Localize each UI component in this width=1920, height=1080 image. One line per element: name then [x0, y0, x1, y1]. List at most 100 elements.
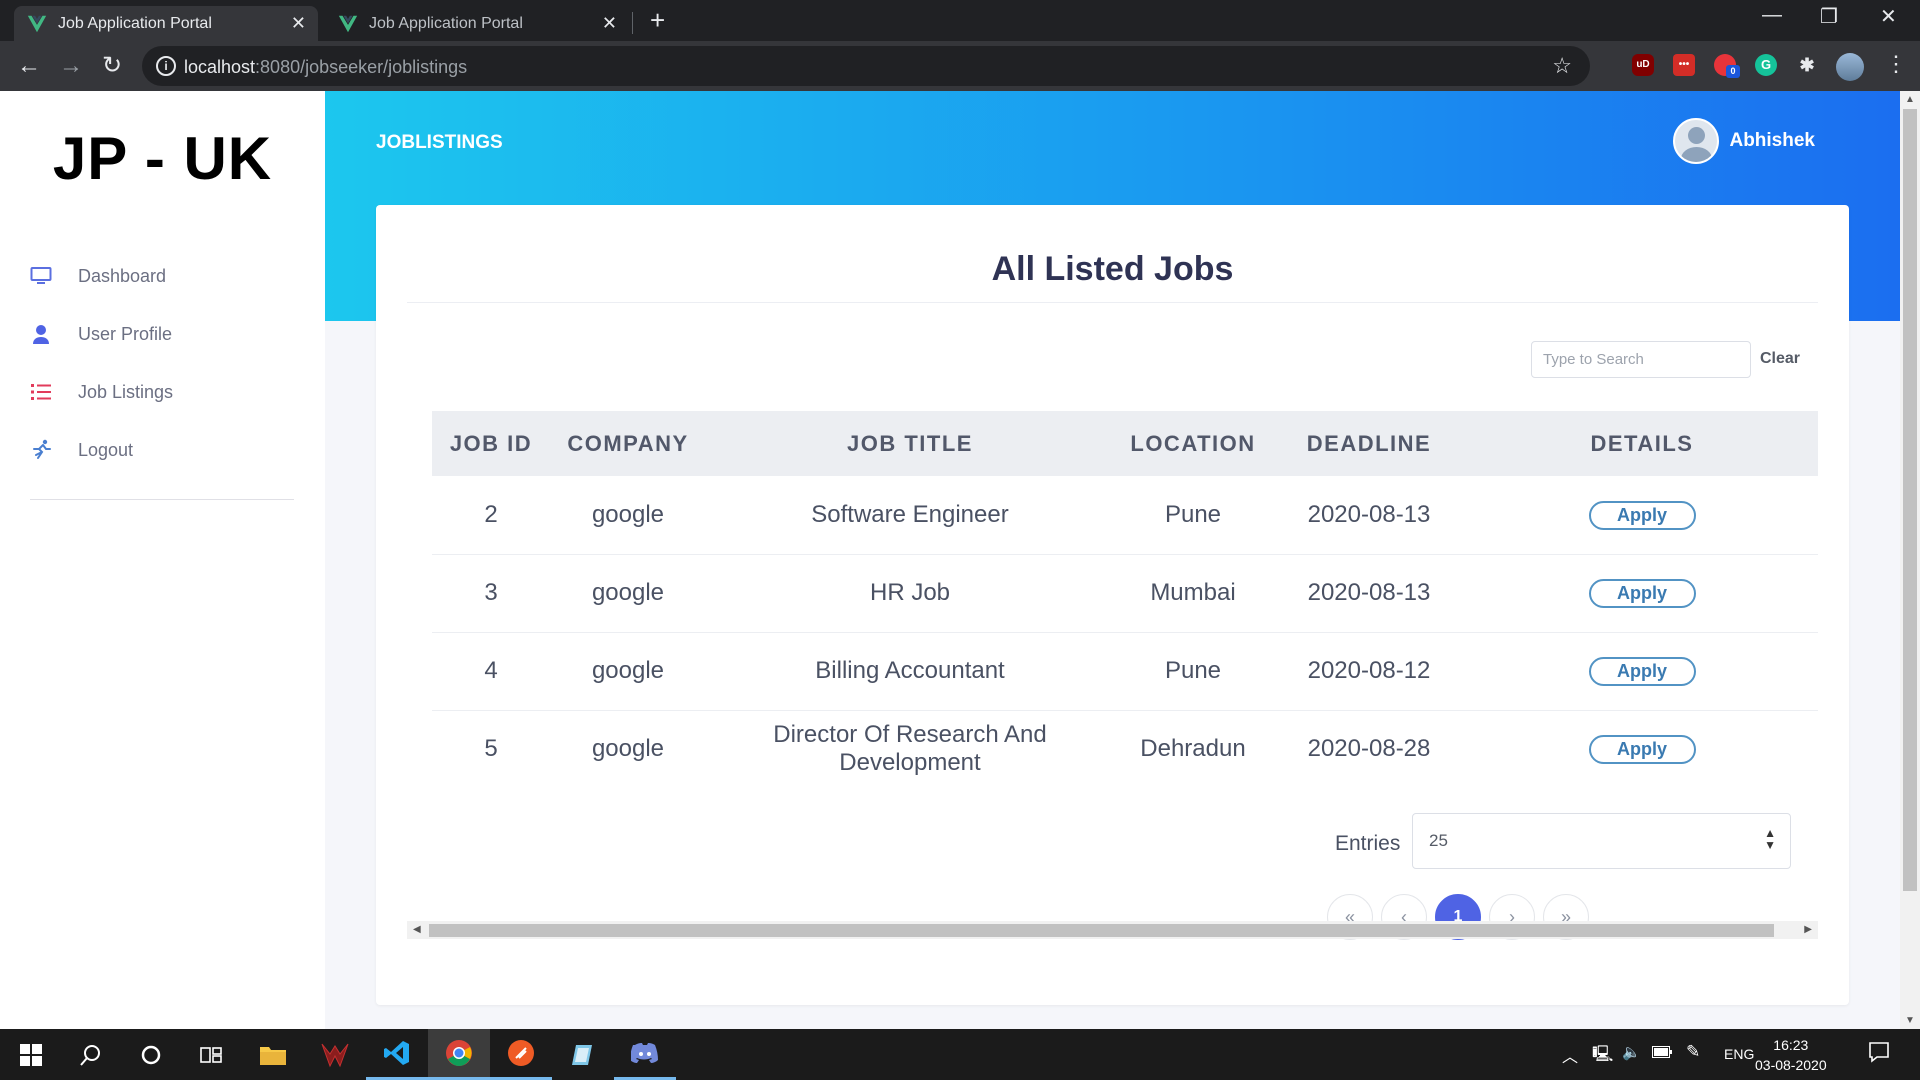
sidebar-item-label: Logout	[78, 439, 134, 460]
sidebar-item-label: Dashboard	[78, 265, 167, 286]
url-path: :8080/jobseeker/joblistings	[255, 57, 468, 77]
vue-logo-icon	[27, 15, 47, 32]
browser-tab-active[interactable]: Job Application Portal ✕	[14, 6, 318, 41]
card-title: All Listed Jobs	[991, 250, 1234, 288]
main-content: JOBLISTINGS Abhishek All Listed Jobs Cle…	[325, 91, 1900, 1029]
discord-icon[interactable]	[614, 1029, 676, 1080]
apply-button[interactable]: Apply	[1588, 579, 1696, 608]
apply-button[interactable]: Apply	[1588, 735, 1696, 765]
file-explorer-icon[interactable]	[242, 1029, 304, 1080]
search-icon[interactable]	[60, 1029, 122, 1080]
table-header-row: JOB ID COMPANY JOB TITLE LOCATION DEADLI…	[432, 411, 1818, 476]
new-tab-icon[interactable]: +	[650, 7, 665, 33]
postman-icon[interactable]	[490, 1029, 552, 1080]
browser-tab[interactable]: Job Application Portal ✕	[325, 6, 629, 41]
volume-icon[interactable]: 🔈	[1622, 1043, 1641, 1061]
restore-icon[interactable]: ❐	[1820, 4, 1838, 29]
table-row: 4 google Billing Accountant Pune 2020-08…	[432, 632, 1818, 711]
apply-button[interactable]: Apply	[1588, 500, 1696, 530]
site-info-icon[interactable]: i	[156, 56, 176, 76]
notes-app-icon[interactable]	[552, 1029, 614, 1080]
scroll-down-icon[interactable]: ▼	[1905, 1015, 1915, 1026]
tab-close-icon[interactable]: ✕	[602, 13, 617, 34]
monitor-icon	[30, 265, 52, 287]
tray-overflow-icon[interactable]: ︿	[1562, 1043, 1578, 1067]
chrome-icon[interactable]	[428, 1029, 490, 1080]
profile-avatar-icon[interactable]	[1836, 53, 1864, 81]
browser-tab-strip: Job Application Portal ✕ Job Application…	[0, 0, 1920, 41]
column-header-details[interactable]: DETAILS	[1466, 411, 1818, 476]
predator-sense-icon[interactable]	[304, 1029, 366, 1080]
page-vertical-scrollbar[interactable]: ▲ ▼	[1900, 91, 1920, 1029]
sort-arrows-icon: ▲ ▼	[1764, 826, 1776, 852]
user-menu[interactable]: Abhishek	[1673, 118, 1815, 164]
tab-close-icon[interactable]: ✕	[291, 13, 306, 34]
minimize-icon[interactable]: —	[1762, 4, 1782, 27]
column-header-job-title[interactable]: JOB TITLE	[706, 411, 1114, 476]
scroll-left-icon[interactable]: ◀	[413, 924, 421, 935]
column-header-deadline[interactable]: DEADLINE	[1272, 411, 1466, 476]
cell-job-id: 4	[432, 632, 550, 711]
back-icon[interactable]: ←	[14, 51, 44, 81]
scrollbar-thumb[interactable]	[1903, 109, 1917, 891]
browser-menu-icon[interactable]: ⋮	[1885, 51, 1907, 77]
system-clock[interactable]: 16:23 03-08-2020	[1755, 1035, 1827, 1075]
cell-details: Apply	[1466, 476, 1818, 555]
cell-details: Apply	[1466, 554, 1818, 633]
clear-search-button[interactable]: Clear	[1760, 350, 1800, 368]
cell-deadline: 2020-08-13	[1272, 476, 1466, 555]
cell-deadline: 2020-08-13	[1272, 554, 1466, 633]
cell-job-title: Billing Accountant	[706, 632, 1114, 711]
sidebar-item-dashboard[interactable]: Dashboard	[30, 265, 166, 287]
sidebar-item-label: Job Listings	[78, 381, 174, 402]
address-bar[interactable]: i localhost:8080/jobseeker/joblistings ☆	[142, 46, 1590, 86]
cell-job-id: 3	[432, 554, 550, 633]
column-header-company[interactable]: COMPANY	[550, 411, 706, 476]
entries-per-page-select[interactable]: 25 ▲ ▼	[1412, 813, 1791, 869]
apply-button[interactable]: Apply	[1588, 657, 1696, 686]
horizontal-scrollbar[interactable]: ◀ ▶	[407, 921, 1818, 939]
column-header-location[interactable]: LOCATION	[1114, 411, 1272, 476]
table-row: 5 google Director Of Research And Develo…	[432, 710, 1818, 788]
page-title: JOBLISTINGS	[376, 132, 503, 153]
user-icon	[30, 323, 52, 345]
cell-company: google	[550, 476, 706, 555]
grammarly-icon[interactable]: G	[1755, 54, 1777, 76]
ublock-icon[interactable]: uD	[1632, 54, 1654, 76]
forward-icon[interactable]: →	[56, 51, 86, 81]
bookmark-star-icon[interactable]: ☆	[1552, 53, 1572, 79]
language-indicator[interactable]: ENG	[1724, 1046, 1754, 1062]
url-text: localhost:8080/jobseeker/joblistings	[184, 57, 467, 78]
tab-title: Job Application Portal	[58, 14, 212, 32]
sidebar-item-job-listings[interactable]: Job Listings	[30, 381, 173, 403]
cell-company: google	[591, 735, 665, 763]
scroll-right-icon[interactable]: ▶	[1804, 924, 1812, 935]
cell-location: Mumbai	[1114, 554, 1272, 633]
puzzle-extensions-icon[interactable]: ✱	[1796, 54, 1818, 76]
lastpass-icon[interactable]: •••	[1673, 54, 1695, 76]
scrollbar-thumb[interactable]	[429, 924, 1774, 937]
sidebar-item-user-profile[interactable]: User Profile	[30, 323, 172, 345]
battery-icon[interactable]	[1652, 1045, 1672, 1061]
reload-icon[interactable]: ↻	[97, 51, 127, 81]
search-input[interactable]	[1531, 341, 1751, 378]
windows-taskbar: ︿ 🖳 🔈 ✎ ENG 16:23 03-08-2020	[0, 1029, 1920, 1080]
windows-start-icon[interactable]	[0, 1029, 62, 1080]
vscode-icon[interactable]	[366, 1029, 428, 1080]
close-window-icon[interactable]: ✕	[1880, 4, 1897, 29]
cortana-icon[interactable]	[120, 1029, 182, 1080]
cell-details: Apply	[1466, 632, 1818, 711]
clock-time: 16:23	[1773, 1037, 1809, 1053]
adblock-icon[interactable]: 0	[1714, 54, 1740, 78]
pen-icon[interactable]: ✎	[1686, 1042, 1700, 1062]
network-icon[interactable]: 🖳	[1592, 1043, 1613, 1070]
avatar	[1673, 118, 1720, 164]
sidebar-item-logout[interactable]: Logout	[30, 439, 133, 461]
task-view-icon[interactable]	[180, 1029, 242, 1080]
column-header-job-id[interactable]: JOB ID	[432, 411, 550, 476]
scroll-up-icon[interactable]: ▲	[1905, 94, 1915, 105]
table-row: 3 google HR Job Mumbai 2020-08-13 Apply	[432, 554, 1818, 633]
clock-date: 03-08-2020	[1755, 1057, 1827, 1073]
brand-logo: JP - UK	[52, 125, 273, 192]
notifications-icon[interactable]	[1868, 1041, 1890, 1066]
